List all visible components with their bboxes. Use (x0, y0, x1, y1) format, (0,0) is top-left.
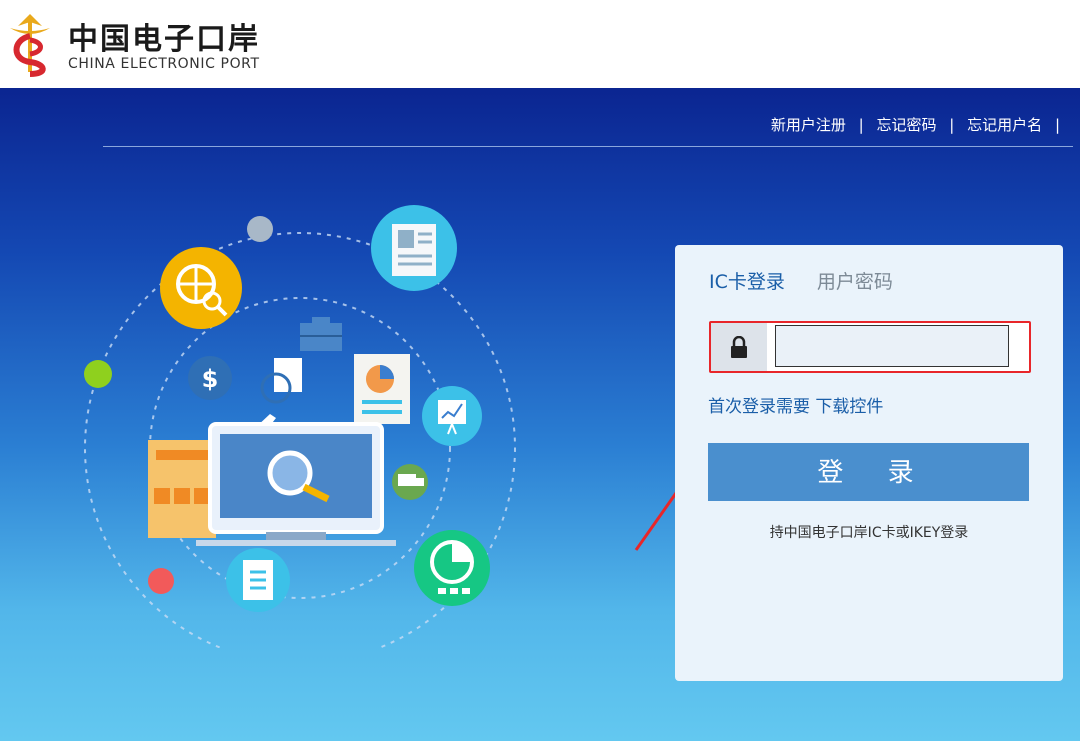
dot-red (148, 568, 174, 594)
dot-green (84, 360, 112, 388)
truck-icon (392, 464, 428, 500)
globe-search-icon (160, 247, 242, 329)
logo-title-en: CHINA ELECTRONIC PORT (68, 56, 260, 72)
link-separator: | (949, 116, 955, 134)
header-divider (103, 146, 1073, 147)
clipboard-icon (226, 548, 290, 612)
ic-card-field (709, 321, 1031, 373)
hero-banner: 新用户注册 | 忘记密码 | 忘记用户名 | $ IC卡登录 用户密码 首次登录… (0, 88, 1080, 741)
monitor-search-icon (196, 422, 396, 546)
login-panel: IC卡登录 用户密码 首次登录需要 下载控件 登 录 持中国电子口岸IC卡或IK… (675, 245, 1063, 681)
forgot-username-link[interactable]: 忘记用户名 (967, 116, 1042, 134)
presentation-icon (422, 386, 482, 446)
login-tabs: IC卡登录 用户密码 (709, 267, 919, 294)
link-separator: | (1054, 116, 1060, 134)
customs-logo-icon (10, 14, 50, 77)
login-hint: 持中国电子口岸IC卡或IKEY登录 (769, 525, 969, 541)
briefcase-icon (300, 317, 342, 351)
ic-password-input[interactable] (775, 325, 1009, 367)
lock-icon (711, 323, 767, 371)
register-link[interactable]: 新用户注册 (771, 116, 846, 134)
first-login-text: 首次登录需要 (708, 397, 810, 417)
first-login-hint: 首次登录需要 下载控件 (708, 392, 883, 417)
logo-title-cn: 中国电子口岸 (68, 22, 260, 57)
resume-icon (371, 205, 457, 291)
top-links: 新用户注册 | 忘记密码 | 忘记用户名 | (771, 114, 1068, 135)
download-control-link[interactable]: 下载控件 (815, 397, 883, 417)
login-button[interactable]: 登 录 (708, 443, 1029, 501)
dollar-icon: $ (188, 356, 232, 400)
document-globe-icon (260, 358, 302, 404)
business-illustration: $ (84, 205, 516, 648)
calendar-icon (148, 440, 216, 538)
document-chart-icon (354, 354, 410, 424)
forgot-password-link[interactable]: 忘记密码 (877, 116, 937, 134)
link-separator: | (858, 116, 864, 134)
pie-chart-icon (414, 530, 490, 606)
dot-gray (247, 216, 273, 242)
svg-text:$: $ (202, 365, 219, 393)
tab-user-password[interactable]: 用户密码 (817, 267, 893, 294)
tab-ic-card[interactable]: IC卡登录 (709, 267, 785, 294)
site-header: 中国电子口岸 CHINA ELECTRONIC PORT (0, 0, 1080, 88)
